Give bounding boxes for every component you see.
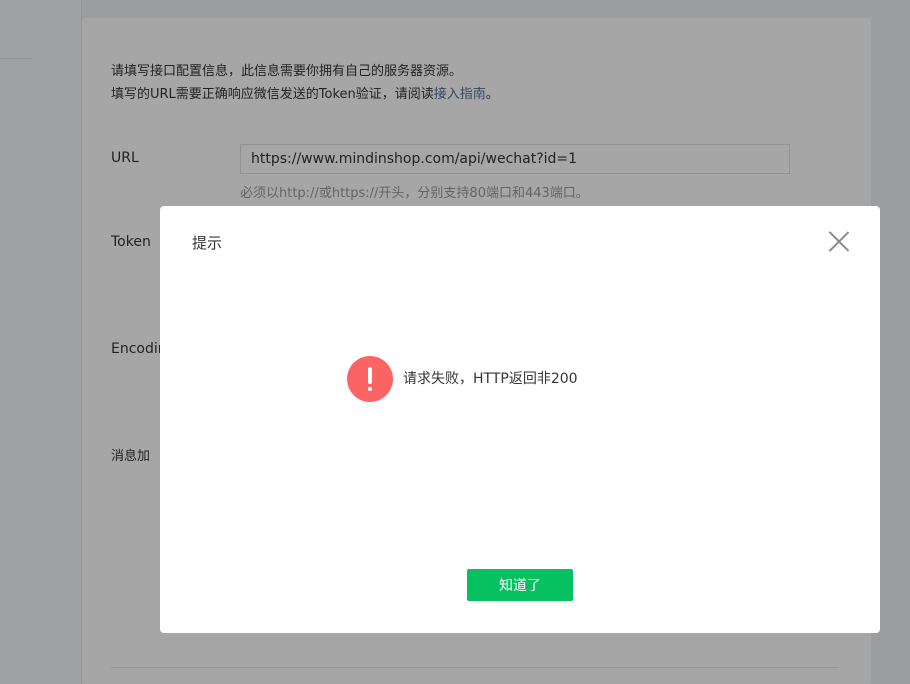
dialog-message: 请求失败，HTTP返回非200 — [403, 371, 578, 387]
dialog-title: 提示 — [192, 234, 223, 252]
close-icon[interactable] — [825, 228, 853, 256]
alert-dialog: 提示 请求失败，HTTP返回非200 知道了 — [160, 206, 880, 633]
confirm-button[interactable]: 知道了 — [467, 569, 573, 601]
warning-icon-dot — [368, 387, 372, 391]
warning-icon — [347, 356, 393, 402]
warning-icon-bar — [368, 367, 372, 384]
